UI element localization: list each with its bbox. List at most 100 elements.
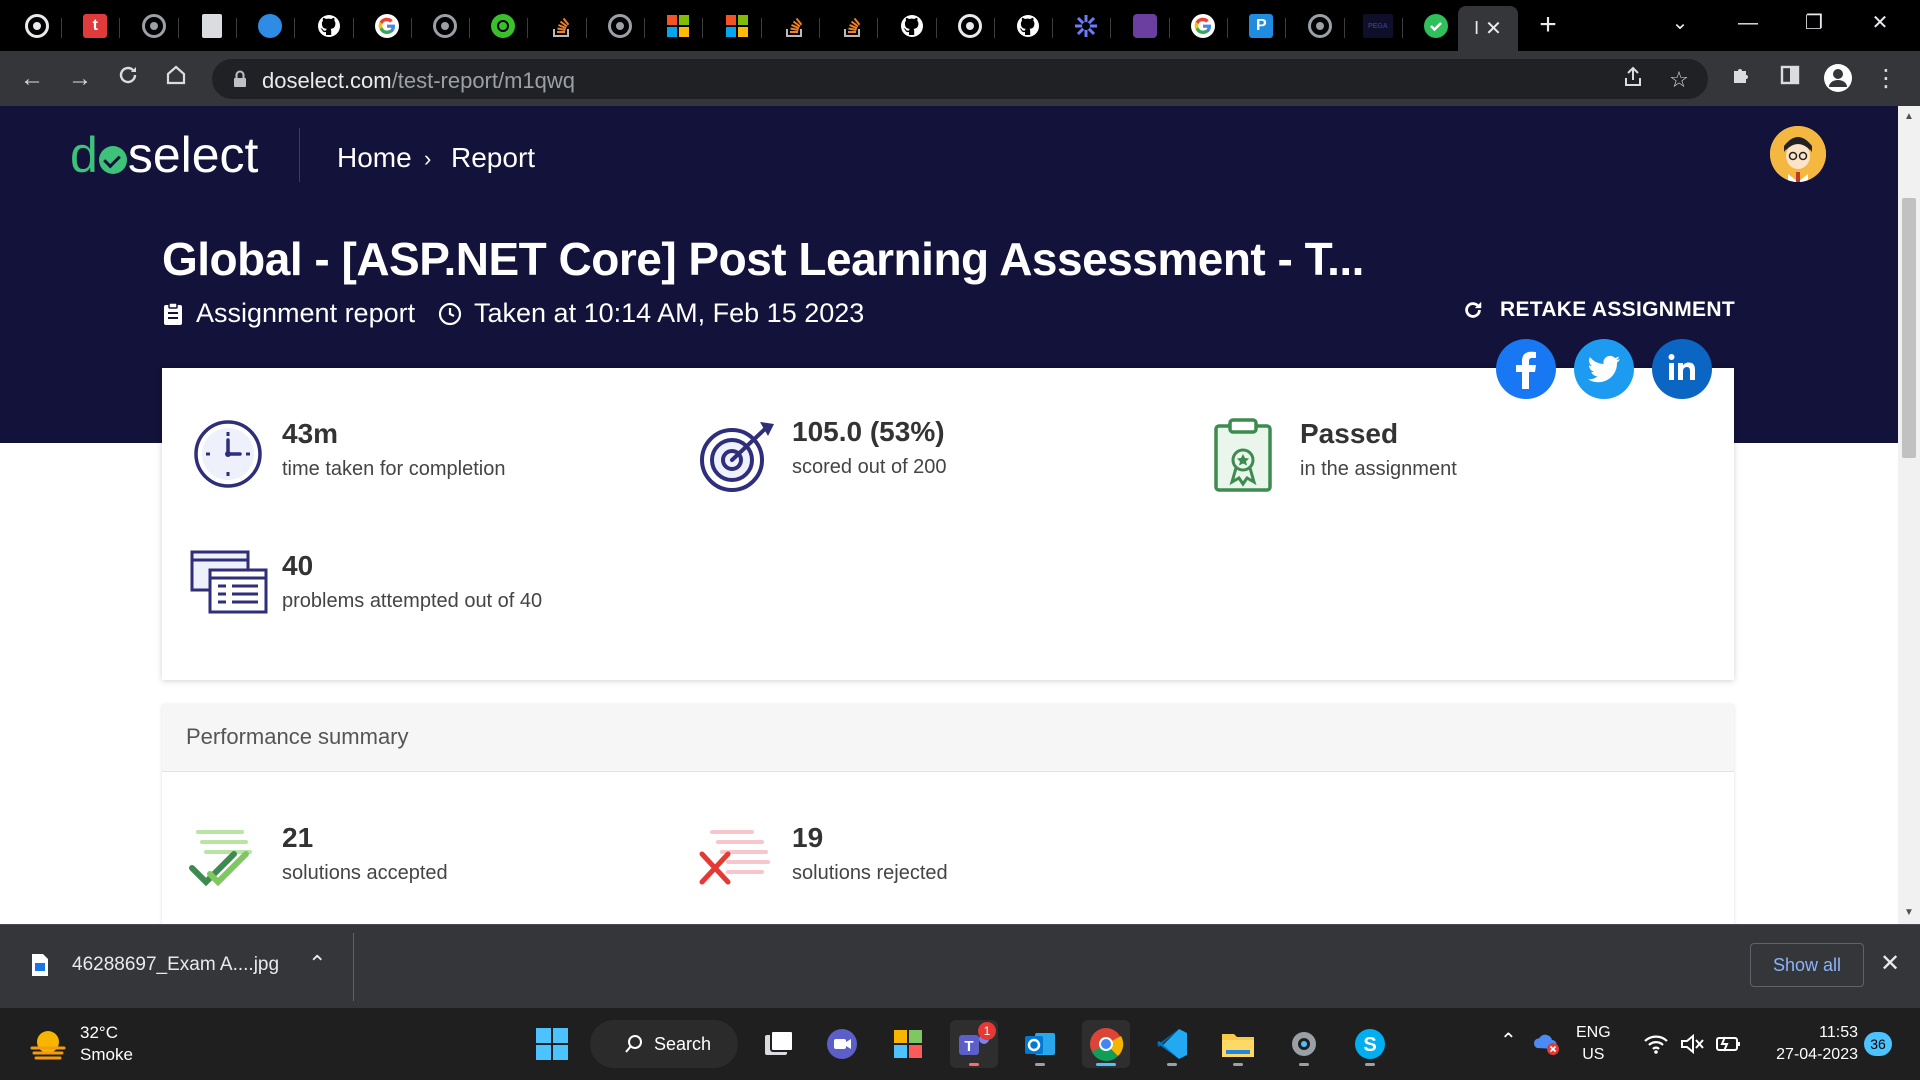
restore-button[interactable]: ❐	[1786, 8, 1842, 38]
app-icon-widgets[interactable]	[884, 1020, 932, 1068]
back-button[interactable]: ←	[16, 63, 48, 95]
result-label: in the assignment	[1300, 458, 1457, 480]
retake-assignment-button[interactable]: RETAKE ASSIGNMENT	[1462, 298, 1735, 322]
browser-tab[interactable]	[945, 6, 995, 46]
page-scrollbar[interactable]: ▲ ▼	[1898, 106, 1920, 924]
download-item[interactable]: 46288697_Exam A....jpg	[30, 953, 279, 977]
address-bar[interactable]: doselect.com/test-report/m1qwq ☆	[212, 59, 1708, 99]
rejected-cross-icon	[699, 830, 770, 885]
browser-tab[interactable]	[595, 6, 645, 46]
clock-stat-icon	[194, 420, 262, 488]
minimize-button[interactable]: —	[1720, 8, 1776, 38]
side-panel-button[interactable]	[1774, 63, 1806, 95]
tray-overflow-chevron-icon[interactable]: ⌃	[1500, 1030, 1517, 1052]
teams-chat-button[interactable]	[818, 1020, 866, 1068]
download-options-chevron-icon[interactable]: ⌃	[308, 951, 326, 977]
reload-button[interactable]	[112, 63, 144, 95]
scroll-thumb[interactable]	[1902, 198, 1916, 458]
search-icon	[625, 1035, 642, 1053]
show-all-downloads-button[interactable]: Show all	[1750, 943, 1864, 987]
browser-tab[interactable]	[887, 6, 937, 46]
avatar-image	[1770, 126, 1826, 182]
browser-tab[interactable]	[1295, 6, 1345, 46]
browser-tab[interactable]	[1003, 6, 1054, 46]
browser-tab[interactable]	[187, 6, 237, 46]
scroll-down-icon[interactable]: ▼	[1902, 906, 1916, 920]
new-tab-button[interactable]: +	[1530, 10, 1566, 42]
chrome-icon	[25, 14, 49, 38]
weather-condition: Smoke	[80, 1045, 133, 1064]
battery-button[interactable]	[1712, 1028, 1744, 1060]
browser-tab[interactable]	[828, 6, 879, 46]
download-divider	[353, 933, 354, 1001]
browser-tab[interactable]	[653, 6, 704, 46]
browser-tab[interactable]	[245, 6, 296, 46]
svg-text:S: S	[1363, 1034, 1376, 1056]
language-indicator[interactable]: ENG US	[1576, 1022, 1611, 1066]
browser-tab[interactable]: PEGA	[1353, 6, 1403, 46]
chrome-button[interactable]	[1082, 1020, 1130, 1068]
home-button[interactable]	[160, 63, 192, 95]
browser-tab[interactable]	[1411, 6, 1462, 46]
task-view-button[interactable]	[754, 1020, 802, 1068]
close-download-bar-icon[interactable]: ✕	[1880, 949, 1900, 978]
clock-widget[interactable]: 11:53 27-04-2023	[1758, 1022, 1858, 1066]
active-tab[interactable]: I ✕	[1458, 6, 1518, 51]
browser-tab[interactable]	[362, 6, 412, 46]
reload-icon	[119, 66, 137, 84]
taken-at: Taken at 10:14 AM, Feb 15 2023	[438, 298, 864, 329]
skype-button[interactable]: S	[1346, 1020, 1394, 1068]
browser-tab[interactable]	[420, 6, 471, 46]
home-icon	[166, 65, 186, 85]
notification-count-badge[interactable]: 36	[1864, 1032, 1892, 1056]
profile-button[interactable]	[1822, 63, 1854, 95]
breadcrumb-report[interactable]: Report	[451, 142, 535, 174]
volume-button[interactable]	[1676, 1028, 1708, 1060]
browser-tab[interactable]	[770, 6, 820, 46]
browser-tab[interactable]	[537, 6, 587, 46]
breadcrumb-home[interactable]: Home	[337, 142, 412, 174]
time-label: time taken for completion	[282, 458, 506, 480]
outlook-button[interactable]	[1016, 1020, 1064, 1068]
browser-tab[interactable]	[1061, 6, 1112, 46]
forward-button[interactable]: →	[64, 63, 96, 95]
weather-widget[interactable]: 32°C Smoke	[28, 1022, 133, 1066]
scroll-up-icon[interactable]: ▲	[1902, 110, 1916, 124]
tab-search-button[interactable]: ⌄	[1652, 8, 1708, 38]
taskbar-search[interactable]: Search	[590, 1020, 738, 1068]
stat-rejected: 19 solutions rejected	[698, 822, 948, 892]
teams-button[interactable]: T 1	[950, 1020, 998, 1068]
onedrive-button[interactable]	[1530, 1028, 1562, 1060]
green-app-icon	[491, 14, 516, 38]
browser-tab[interactable]	[478, 6, 529, 46]
menu-button[interactable]: ⋮	[1870, 63, 1902, 95]
file-explorer-button[interactable]	[1214, 1020, 1262, 1068]
vscode-button[interactable]	[1148, 1020, 1196, 1068]
accepted-value: 21	[282, 822, 314, 853]
browser-tab[interactable]	[1178, 6, 1228, 46]
facebook-share-button[interactable]	[1496, 339, 1556, 399]
browser-tab[interactable]: t	[70, 6, 121, 46]
breadcrumb-chevron-icon: ›	[424, 146, 432, 171]
rejected-label: solutions rejected	[792, 862, 948, 884]
browser-tab[interactable]	[304, 6, 354, 46]
share-button[interactable]	[1618, 65, 1648, 95]
clock-time: 11:53	[1819, 1024, 1858, 1041]
linkedin-share-button[interactable]	[1652, 339, 1712, 399]
browser-tab[interactable]	[1120, 6, 1170, 46]
twitter-share-button[interactable]	[1574, 339, 1634, 399]
task-view-icon	[765, 1030, 794, 1055]
settings-button[interactable]	[1280, 1020, 1328, 1068]
user-avatar[interactable]	[1770, 126, 1826, 182]
browser-tab[interactable]	[712, 6, 762, 46]
browser-tab[interactable]	[129, 6, 179, 46]
browser-tab[interactable]: P	[1236, 6, 1287, 46]
browser-tab[interactable]	[12, 6, 62, 46]
wifi-button[interactable]	[1640, 1028, 1672, 1060]
close-tab-icon[interactable]: ✕	[1485, 16, 1502, 41]
close-window-button[interactable]: ✕	[1852, 8, 1908, 38]
extensions-button[interactable]	[1726, 63, 1758, 95]
doselect-logo[interactable]: d select	[70, 126, 258, 184]
bookmark-button[interactable]: ☆	[1664, 65, 1694, 95]
start-button[interactable]	[528, 1020, 576, 1068]
